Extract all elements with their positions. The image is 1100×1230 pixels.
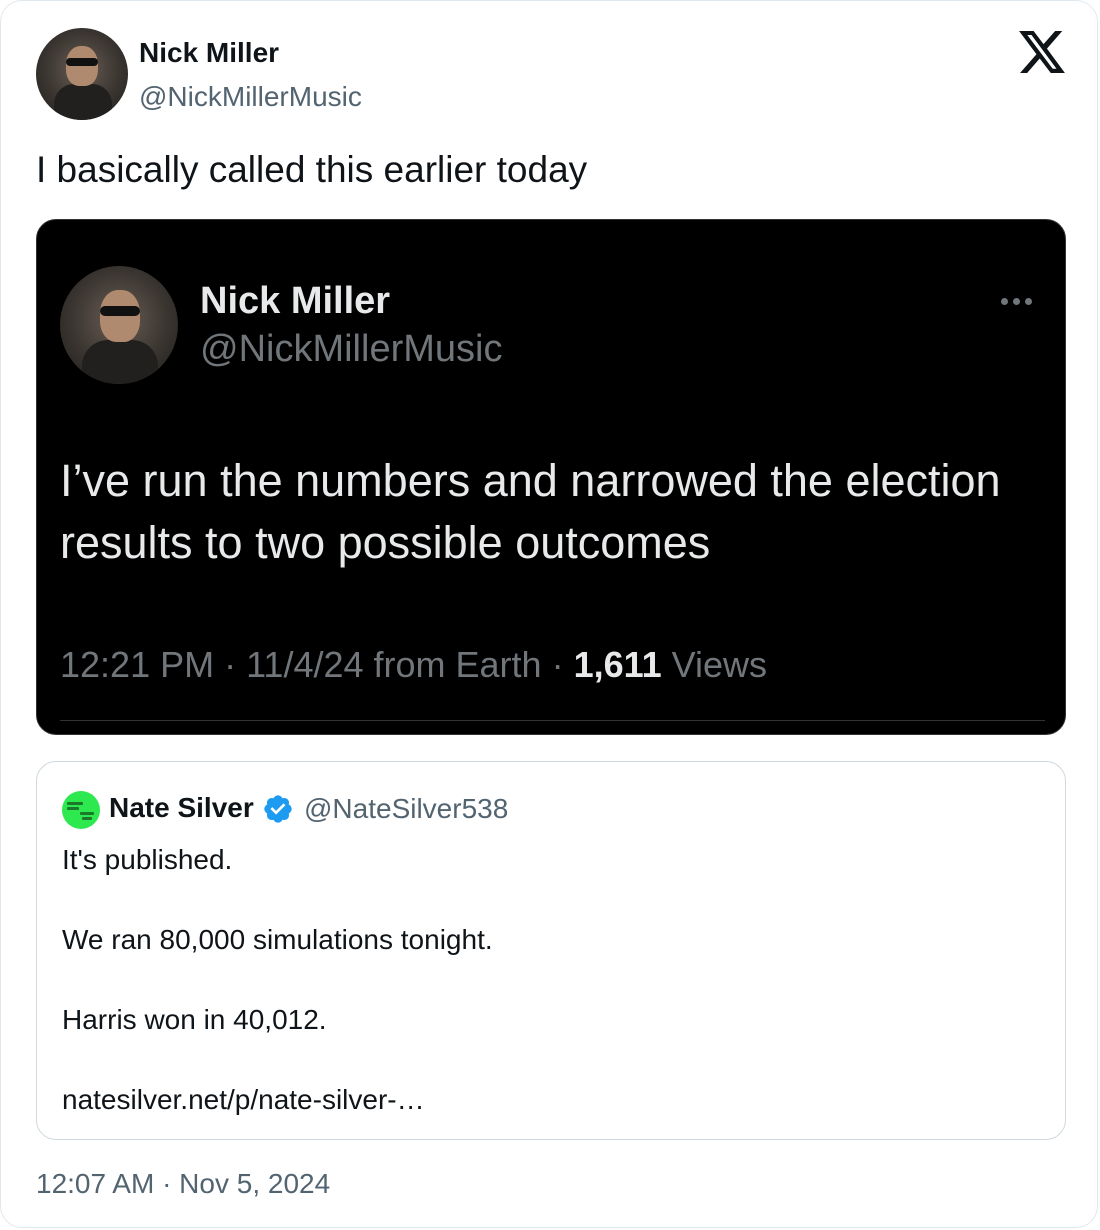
tweet-card: Nick Miller @NickMillerMusic I basically… [0, 0, 1098, 1228]
quoted-author-avatar[interactable] [62, 791, 100, 829]
more-options-icon [1001, 292, 1037, 310]
quoted-tweet-text: It's published. We ran 80,000 simulation… [62, 840, 1042, 1160]
quoted-tweet[interactable]: Nate Silver @NateSilver538 It's publishe… [36, 761, 1066, 1140]
quoted-author-name[interactable]: Nate Silver [109, 792, 254, 824]
screenshot-author-handle: @NickMillerMusic [200, 328, 503, 370]
screenshot-tweet-text: I’ve run the numbers and narrowed the el… [60, 455, 1001, 568]
screenshot-time: 12:21 PM · 11/4/24 from Earth · [60, 644, 574, 685]
screenshot-author-avatar [60, 266, 178, 384]
x-logo-icon[interactable] [1019, 31, 1065, 73]
embedded-tweet-screenshot[interactable]: Nick Miller @NickMillerMusic I’ve run th… [36, 219, 1066, 735]
quoted-link[interactable]: natesilver.net/p/nate-silver-… [62, 1080, 1042, 1120]
screenshot-views-label: Views [661, 644, 768, 685]
verified-badge-icon [264, 795, 292, 823]
tweet-text: I basically called this earlier today [36, 149, 588, 190]
tweet-timestamp[interactable]: 12:07 AM · Nov 5, 2024 [36, 1168, 330, 1200]
quoted-author-handle[interactable]: @NateSilver538 [304, 793, 508, 825]
quoted-paragraph: It's published. [62, 844, 233, 875]
quoted-paragraph: Harris won in 40,012. [62, 1004, 327, 1035]
screenshot-author-name: Nick Miller [200, 280, 391, 322]
author-handle[interactable]: @NickMillerMusic [139, 81, 362, 113]
screenshot-views-count: 1,611 [573, 644, 662, 685]
divider [60, 720, 1045, 721]
author-name[interactable]: Nick Miller [139, 37, 279, 69]
screenshot-meta: 12:21 PM · 11/4/24 from Earth · 1,611 Vi… [60, 644, 767, 686]
quoted-paragraph: We ran 80,000 simulations tonight. [62, 924, 493, 955]
author-avatar[interactable] [36, 28, 128, 120]
